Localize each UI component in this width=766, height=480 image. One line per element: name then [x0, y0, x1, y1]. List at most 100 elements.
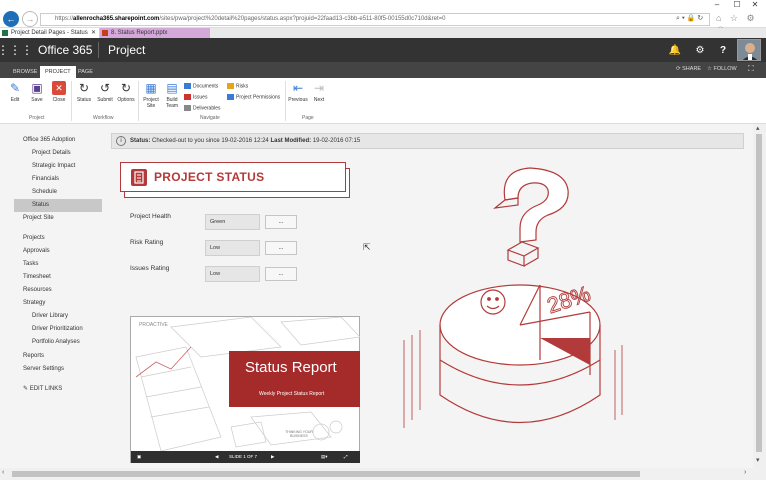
project-site-label: Project Site — [143, 97, 159, 109]
nav-item-driver-library[interactable]: Driver Library — [14, 310, 102, 323]
view-menu-icon[interactable]: ▤▾ — [321, 451, 328, 463]
slide-title-block: Status Report Weekly Project Status Repo… — [229, 351, 360, 407]
options-label: Options — [117, 97, 135, 103]
build-team-button[interactable]: ▤ Build Team — [161, 81, 183, 109]
edit-button[interactable]: ✎ Edit — [4, 81, 26, 103]
powerpoint-tab-icon — [102, 30, 108, 36]
edit-links-button[interactable]: ✎ EDIT LINKS — [14, 383, 102, 396]
nav-item-project-details[interactable]: Project Details — [14, 147, 102, 160]
edit-links-label: EDIT LINKS — [29, 386, 63, 392]
status-illustration: 28% — [403, 167, 623, 428]
nav-item-status[interactable]: Status — [14, 199, 102, 212]
group-divider — [71, 81, 72, 121]
office365-title[interactable]: Office 365 — [38, 43, 92, 57]
nav-item-financials[interactable]: Financials — [14, 173, 102, 186]
risk-rating-picker-button[interactable]: ... — [265, 241, 297, 255]
nav-item-project-site[interactable]: Project Site — [14, 212, 102, 225]
url-field[interactable]: https://allenrocha365.sharepoint.com/sit… — [40, 13, 710, 26]
notes-icon[interactable]: ▣ — [137, 451, 141, 463]
issues-label: Issues — [193, 94, 208, 101]
nav-item-resources[interactable]: Resources — [14, 284, 102, 297]
pencil-icon: ✎ — [23, 386, 30, 392]
nav-item-strategic-impact[interactable]: Strategic Impact — [14, 160, 102, 173]
save-label: Save — [31, 97, 43, 103]
help-icon[interactable]: ? — [711, 38, 735, 62]
bell-icon[interactable]: 🔔 — [663, 38, 687, 62]
prev-slide-icon[interactable]: ◀ — [215, 451, 218, 463]
edit-label: Edit — [10, 97, 20, 103]
nav-item-driver-prioritization[interactable]: Driver Prioritization — [14, 323, 102, 336]
nav-item-server-settings[interactable]: Server Settings — [14, 363, 102, 376]
fullscreen-icon[interactable]: ⤢ — [344, 451, 348, 463]
scroll-down-icon[interactable]: ▾ — [756, 456, 760, 464]
issues-rating-picker-button[interactable]: ... — [265, 267, 297, 281]
scroll-left-icon[interactable]: ‹ — [2, 469, 4, 476]
gear-icon[interactable]: ⚙ — [688, 38, 712, 62]
tab-page[interactable]: PAGE — [73, 66, 98, 78]
url-path: /sites/pwa/project%20detail%20pages/stat… — [159, 16, 446, 22]
address-bar-row: ← → https://allenrocha365.sharepoint.com… — [0, 10, 766, 34]
forward-button[interactable]: → — [22, 11, 38, 27]
edit-icon: ✎ — [9, 81, 21, 95]
group-label-workflow: Workflow — [93, 115, 114, 121]
nav-item-timesheet[interactable]: Timesheet — [14, 271, 102, 284]
browser-tab-pptx[interactable]: 8. Status Report.pptx — [100, 28, 210, 38]
save-button[interactable]: ▣ Save — [26, 81, 48, 103]
follow-button[interactable]: ☆ FOLLOW — [707, 66, 737, 72]
tab-project[interactable]: PROJECT — [40, 66, 76, 78]
risks-button[interactable]: Risks — [227, 83, 248, 89]
documents-button[interactable]: Documents — [184, 83, 218, 89]
project-health-field: Green — [205, 214, 260, 230]
powerpoint-viewer[interactable]: PROACTIVE Status Report Weekly Project S… — [130, 316, 360, 463]
project-health-picker-button[interactable]: ... — [265, 215, 297, 229]
permissions-icon — [227, 94, 234, 100]
project-status-banner: PROJECT STATUS — [120, 162, 346, 192]
nav-item-portfolio-analyses[interactable]: Portfolio Analyses — [14, 336, 102, 349]
project-site-button[interactable]: ▦ Project Site — [140, 81, 162, 109]
scroll-right-icon[interactable]: › — [744, 469, 746, 476]
status-button[interactable]: ↻ Status — [73, 81, 95, 103]
nav-item-projects[interactable]: Projects — [14, 232, 102, 245]
status-text: Checked-out to you since 19-02-2016 12:2… — [150, 138, 271, 144]
issues-button[interactable]: Issues — [184, 94, 207, 100]
next-button[interactable]: ⇥ Next — [308, 81, 330, 103]
minimize-button[interactable]: – — [706, 0, 728, 9]
build-team-icon: ▤ — [166, 81, 178, 95]
browser-tab-status[interactable]: Project Detail Pages - Status ✕ — [0, 28, 100, 38]
submit-button[interactable]: ↺ Submit — [94, 81, 116, 103]
nav-item-office365-adoption[interactable]: Office 365 Adoption — [14, 134, 102, 147]
url-controls[interactable]: ⌕ ▾ 🔒 ↻ — [676, 14, 703, 23]
previous-button[interactable]: ⇤ Previous — [287, 81, 309, 103]
next-slide-icon[interactable]: ▶ — [271, 451, 274, 463]
vertical-scroll-thumb[interactable] — [756, 134, 762, 452]
slide-note: THINKING YOUR BUSINESS — [285, 430, 313, 438]
tab-label: Project Detail Pages - Status — [11, 30, 88, 36]
status-label: Status: — [130, 138, 151, 144]
focus-content-icon[interactable]: ⛶ — [748, 64, 754, 74]
vertical-scrollbar[interactable]: ▴ ▾ — [753, 124, 766, 468]
project-permissions-button[interactable]: Project Permissions — [227, 94, 280, 100]
nav-item-schedule[interactable]: Schedule — [14, 186, 102, 199]
avatar[interactable] — [737, 39, 761, 61]
group-label-page: Page — [302, 115, 314, 121]
nav-item-strategy[interactable]: Strategy — [14, 297, 102, 310]
share-button[interactable]: ⟳ SHARE — [676, 66, 701, 72]
nav-item-tasks[interactable]: Tasks — [14, 258, 102, 271]
options-button[interactable]: ↻ Options — [115, 81, 137, 103]
horizontal-scrollbar[interactable]: ‹ › — [0, 468, 766, 480]
scroll-up-icon[interactable]: ▴ — [756, 124, 760, 132]
tab-browse[interactable]: BROWSE — [8, 66, 42, 78]
app-launcher-icon[interactable]: ⋮⋮⋮ — [0, 38, 33, 62]
nav-item-reports[interactable]: Reports — [14, 350, 102, 363]
close-window-button[interactable]: ✕ — [744, 0, 766, 9]
horizontal-scroll-thumb[interactable] — [12, 471, 640, 477]
issues-icon — [184, 94, 191, 100]
submit-icon: ↺ — [99, 81, 111, 95]
nav-item-approvals[interactable]: Approvals — [14, 245, 102, 258]
deliverables-button[interactable]: Deliverables — [184, 105, 221, 111]
site-title[interactable]: Project — [108, 43, 145, 57]
close-tab-icon[interactable]: ✕ — [91, 28, 96, 38]
back-button[interactable]: ← — [3, 11, 19, 27]
save-icon: ▣ — [31, 81, 43, 95]
close-button[interactable]: ✕ Close — [48, 81, 70, 103]
